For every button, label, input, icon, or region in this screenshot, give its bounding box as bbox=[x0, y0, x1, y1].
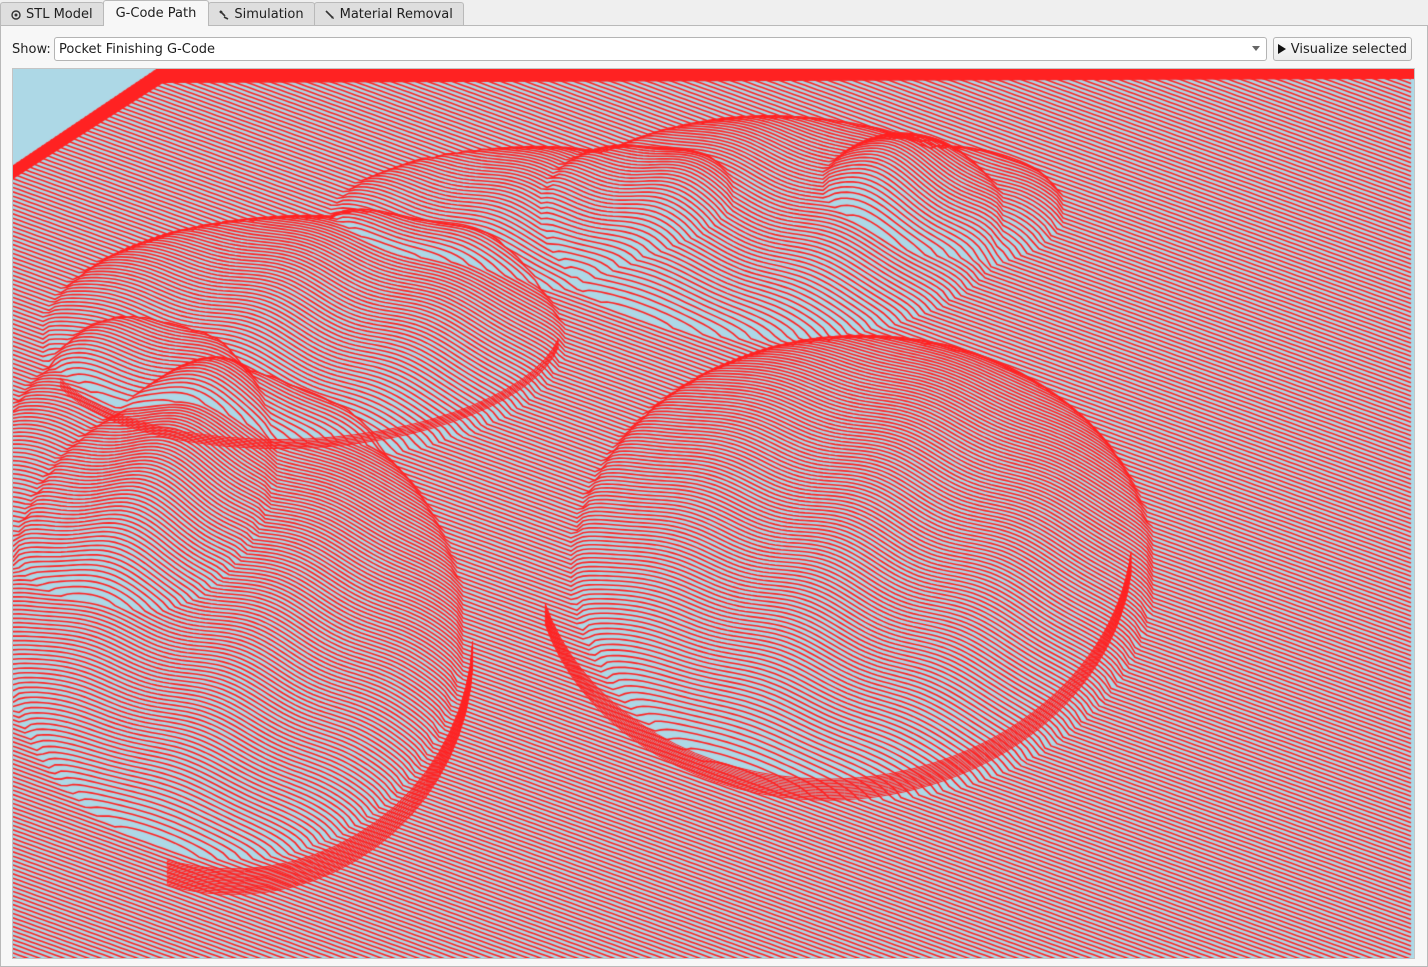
visualize-selected-button[interactable]: Visualize selected bbox=[1272, 37, 1412, 61]
tab-label: Simulation bbox=[234, 7, 304, 22]
gcode-path-panel: Show: Pocket Finishing G-Code Visualize … bbox=[0, 25, 1428, 967]
tab-material-removal[interactable]: Material Removal bbox=[313, 2, 464, 26]
simulation-tool-icon bbox=[219, 9, 229, 20]
show-label: Show: bbox=[12, 41, 51, 57]
gcode-select[interactable]: Pocket Finishing G-Code bbox=[54, 37, 1267, 61]
play-icon bbox=[1277, 44, 1286, 54]
tab-label: Material Removal bbox=[339, 7, 453, 22]
tab-bar: STL Model G-Code Path Simulation Materia… bbox=[0, 0, 1428, 26]
material-removal-icon bbox=[325, 9, 335, 20]
tab-label: STL Model bbox=[26, 7, 93, 22]
toolpath-canvas[interactable] bbox=[13, 69, 1414, 958]
tab-gcode-path[interactable]: G-Code Path bbox=[102, 0, 210, 26]
stl-model-icon bbox=[11, 9, 21, 20]
visualize-selected-label: Visualize selected bbox=[1290, 41, 1407, 57]
tab-label: G-Code Path bbox=[115, 6, 197, 21]
toolpath-3d-viewport[interactable] bbox=[12, 68, 1415, 959]
chevron-down-icon bbox=[1251, 46, 1260, 51]
tab-simulation[interactable]: Simulation bbox=[208, 2, 315, 26]
gcode-select-value: Pocket Finishing G-Code bbox=[59, 41, 216, 57]
tab-stl-model[interactable]: STL Model bbox=[0, 2, 104, 26]
toolbar: Show: Pocket Finishing G-Code Visualize … bbox=[12, 37, 1412, 61]
app-window: STL Model G-Code Path Simulation Materia… bbox=[0, 0, 1428, 967]
